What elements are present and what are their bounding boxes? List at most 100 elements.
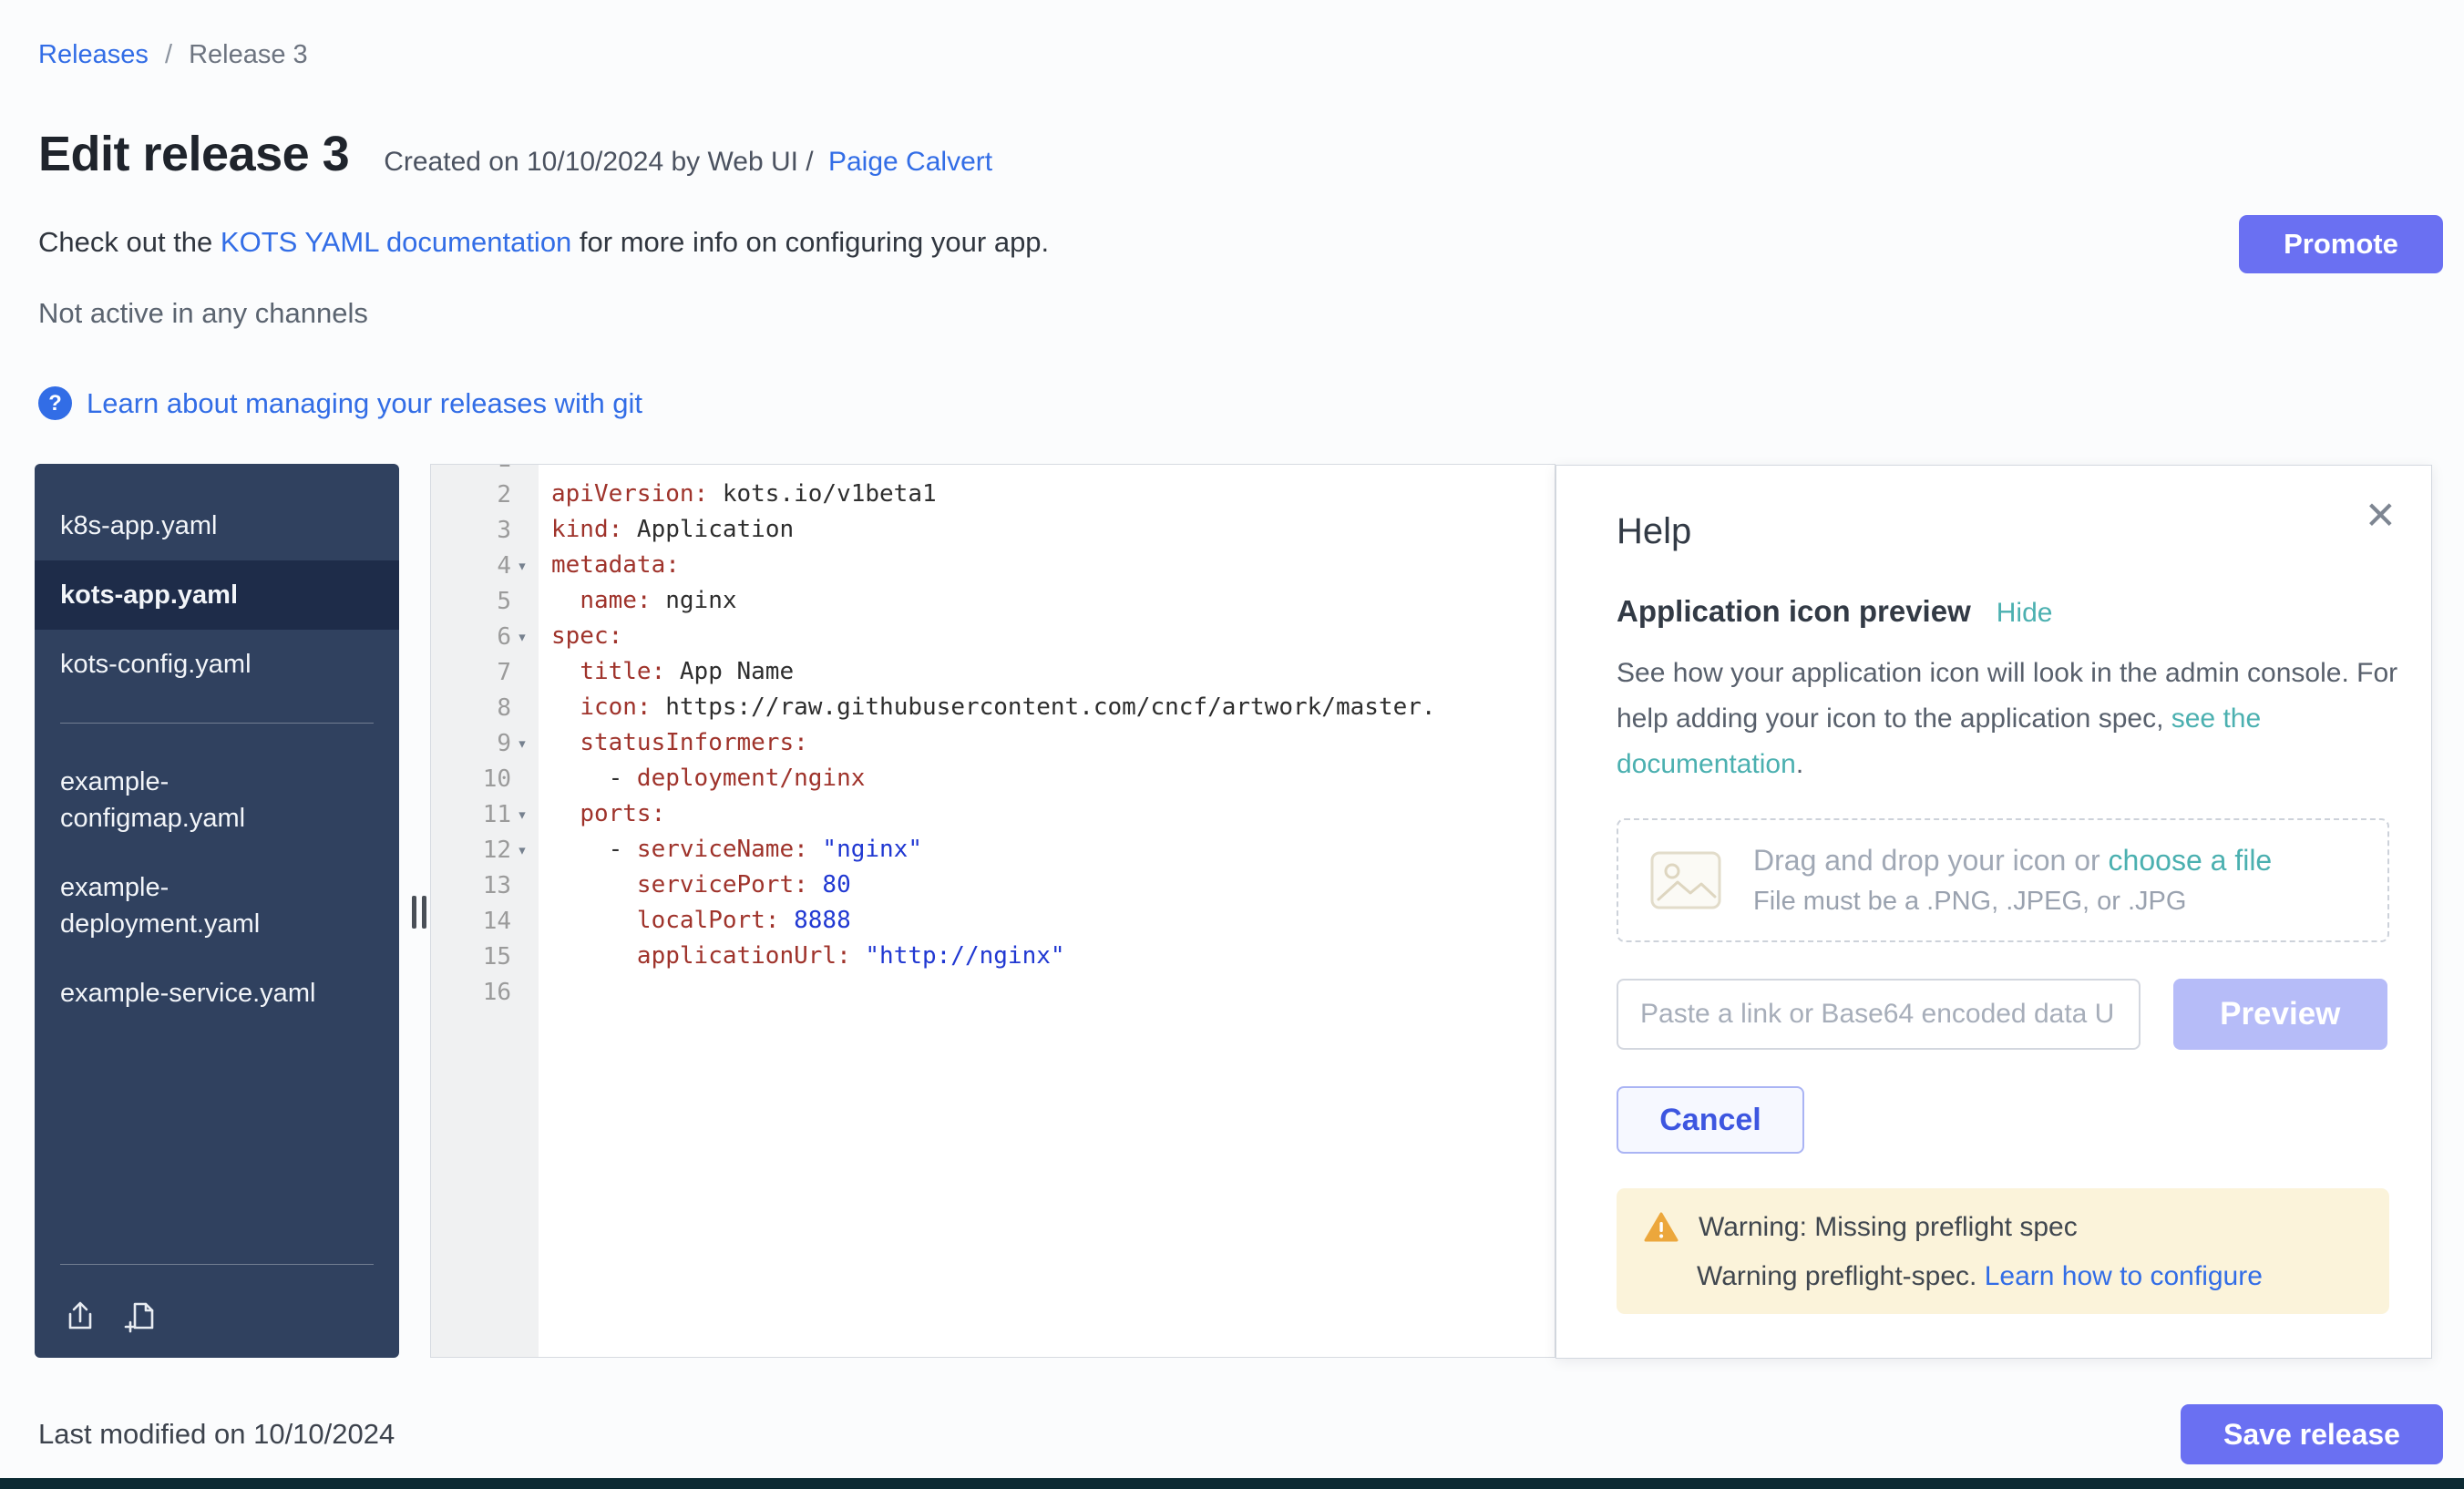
file-tree: k8s-app.yaml kots-app.yaml kots-config.yam… [35,464,399,1358]
gutter-line: 3 [431,512,539,548]
cancel-button[interactable]: Cancel [1617,1086,1804,1154]
description-text: See how your application icon will look … [1617,658,2397,734]
file-tree-bottom-divider [60,1264,374,1265]
file-tree-item-kots-config-yaml[interactable]: kots-config.yaml [35,630,399,699]
pane-resize-handle-left[interactable] [412,896,426,929]
created-text: Created on 10/10/2024 by Web UI / [384,147,813,177]
promote-button[interactable]: Promote [2239,215,2443,273]
icon-url-row: Preview [1617,979,2387,1050]
gutter-line: 14 [431,903,539,939]
preview-button[interactable]: Preview [2173,979,2388,1050]
preflight-warning-box: Warning: Missing preflight spec Warning … [1617,1188,2389,1314]
gutter-line: 7 [431,654,539,690]
file-tree-actions [62,1298,159,1334]
gutter-line: 1 [431,465,539,477]
file-tree-item-k8s-app-yaml[interactable]: k8s-app.yaml [35,491,399,560]
gutter-line: 8 [431,690,539,725]
file-tree-divider [60,723,374,724]
learn-how-to-configure-link[interactable]: Learn how to configure [1985,1261,2263,1291]
bottom-strip [0,1478,2464,1489]
breadcrumb: Releases / Release 3 [38,40,308,70]
code-line[interactable]: ports: [551,796,1555,832]
editor-code[interactable]: ---apiVersion: kots.io/v1beta1kind: Appl… [539,465,1555,1357]
code-line[interactable]: applicationUrl: "http://nginx" [551,939,1555,974]
gutter-lines: 1234▾56▾789▾1011▾12▾13141516 [431,465,539,1010]
close-icon[interactable]: ✕ [2365,497,2397,535]
release-editor-page: Releases / Release 3 Edit release 3 Crea… [0,0,2464,1489]
warning-detail-row: Warning preflight-spec. Learn how to con… [1697,1261,2362,1292]
gutter-line: 12▾ [431,832,539,868]
save-release-button[interactable]: Save release [2181,1404,2443,1464]
icon-preview-title: Application icon preview [1617,594,1971,629]
yaml-editor[interactable]: 1234▾56▾789▾1011▾12▾13141516 ---apiVersi… [430,464,1555,1358]
editor-gutter: 1234▾56▾789▾1011▾12▾13141516 [431,465,539,1357]
choose-file-link[interactable]: choose a file [2109,844,2273,877]
file-name: kots-app.yaml [60,577,238,613]
fold-arrow-icon[interactable]: ▾ [511,627,533,647]
breadcrumb-current: Release 3 [189,40,308,69]
gutter-line: 4▾ [431,548,539,583]
warning-title-row: Warning: Missing preflight spec [1644,1212,2362,1243]
code-line[interactable]: icon: https://raw.githubusercontent.com/… [551,690,1555,725]
file-tree-item-example-service-yaml[interactable]: example-service.yaml [35,959,399,1028]
fold-arrow-icon[interactable]: ▾ [511,805,533,825]
icon-dropzone[interactable]: Drag and drop your icon or choose a file… [1617,818,2389,942]
docs-prefix: Check out the [38,226,221,258]
file-tree-groups: k8s-app.yaml kots-app.yaml kots-config.yam… [35,464,399,1028]
gutter-line: 13 [431,868,539,903]
code-line[interactable]: apiVersion: kots.io/v1beta1 [551,477,1555,512]
git-releases-link[interactable]: Learn about managing your releases with … [87,387,642,420]
page-title: Edit release 3 [38,126,349,182]
dropzone-prompt: Drag and drop your icon or [1753,844,2109,877]
new-file-icon[interactable] [122,1298,159,1334]
hide-link[interactable]: Hide [1997,598,2053,629]
gutter-line: 10 [431,761,539,796]
description-period: . [1796,749,1803,779]
code-line[interactable]: kind: Application [551,512,1555,548]
file-name: example-service.yaml [60,975,315,1011]
git-help-row: ? Learn about managing your releases wit… [38,386,642,420]
dropzone-text: Drag and drop your icon or choose a file… [1753,844,2272,917]
file-name: example-deployment.yaml [60,869,334,942]
gutter-line: 2 [431,477,539,512]
icon-url-input[interactable] [1617,979,2141,1050]
author-link[interactable]: Paige Calvert [828,147,992,177]
code-line[interactable]: --- [551,465,1555,477]
title-row: Edit release 3 Created on 10/10/2024 by … [38,126,992,182]
code-line[interactable]: - deployment/nginx [551,761,1555,796]
file-tree-item-kots-app-yaml[interactable]: kots-app.yaml [35,560,399,630]
warning-icon [1644,1212,1679,1243]
warning-title: Warning: Missing preflight spec [1699,1212,2078,1243]
file-name: kots-config.yaml [60,646,252,683]
channel-status: Not active in any channels [38,297,368,330]
code-line[interactable] [551,974,1555,1010]
code-line[interactable]: statusInformers: [551,725,1555,761]
question-icon: ? [38,386,72,420]
help-title: Help [1617,511,2387,552]
file-tree-item-example-deployment-yaml[interactable]: example-deployment.yaml [35,853,399,959]
code-line[interactable]: servicePort: 80 [551,868,1555,903]
gutter-line: 15 [431,939,539,974]
image-placeholder-icon [1649,850,1722,910]
gutter-line: 5 [431,583,539,619]
help-panel: ✕ Help Application icon preview Hide See… [1555,465,2432,1359]
code-line[interactable]: - serviceName: "nginx" [551,832,1555,868]
created-info: Created on 10/10/2024 by Web UI / Paige … [384,147,992,178]
file-name: k8s-app.yaml [60,508,217,544]
gutter-line: 6▾ [431,619,539,654]
code-line[interactable]: title: App Name [551,654,1555,690]
code-line[interactable]: localPort: 8888 [551,903,1555,939]
breadcrumb-releases-link[interactable]: Releases [38,40,149,69]
fold-arrow-icon[interactable]: ▾ [511,840,533,860]
fold-arrow-icon[interactable]: ▾ [511,556,533,576]
last-modified-text: Last modified on 10/10/2024 [38,1418,395,1451]
code-line[interactable]: metadata: [551,548,1555,583]
kots-yaml-docs-link[interactable]: KOTS YAML documentation [221,226,571,258]
file-tree-item-example-configmap-yaml[interactable]: example-configmap.yaml [35,747,399,853]
gutter-line: 11▾ [431,796,539,832]
fold-arrow-icon[interactable]: ▾ [511,734,533,754]
code-line[interactable]: name: nginx [551,583,1555,619]
import-file-icon[interactable] [62,1298,98,1334]
breadcrumb-separator: / [165,40,172,69]
code-line[interactable]: spec: [551,619,1555,654]
